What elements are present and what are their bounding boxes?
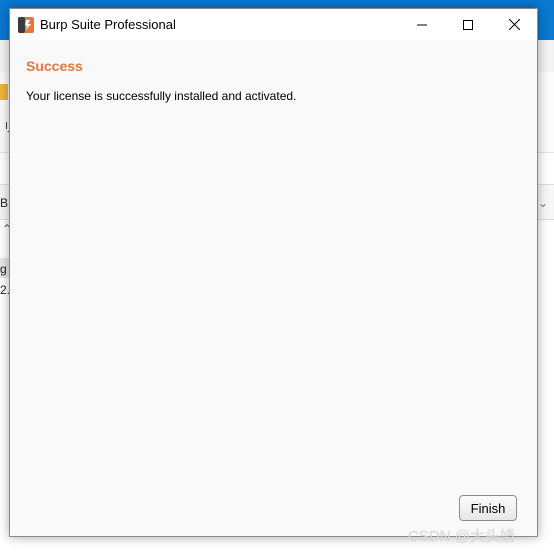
background-chevron-down-icon: ⌄ [538, 196, 549, 210]
watermark-text: CSDN @大头婧 [408, 528, 515, 545]
success-heading: Success [26, 58, 83, 74]
minimize-button[interactable] [399, 9, 445, 40]
finish-button[interactable]: Finish [459, 495, 517, 521]
burp-logo-icon [18, 17, 34, 33]
close-icon [508, 19, 520, 30]
close-button[interactable] [491, 9, 537, 40]
background-folder-icon [0, 84, 8, 100]
background-list-text: g [0, 262, 7, 276]
license-message: Your license is successfully installed a… [26, 89, 297, 103]
background-tab-label: B [0, 196, 9, 210]
dialog-titlebar[interactable]: Burp Suite Professional [10, 9, 537, 40]
license-dialog: Burp Suite Professional Success Your lic… [9, 8, 538, 537]
maximize-button[interactable] [445, 9, 491, 40]
maximize-icon [463, 19, 473, 30]
window-title: Burp Suite Professional [40, 17, 176, 32]
minimize-icon [417, 24, 427, 25]
